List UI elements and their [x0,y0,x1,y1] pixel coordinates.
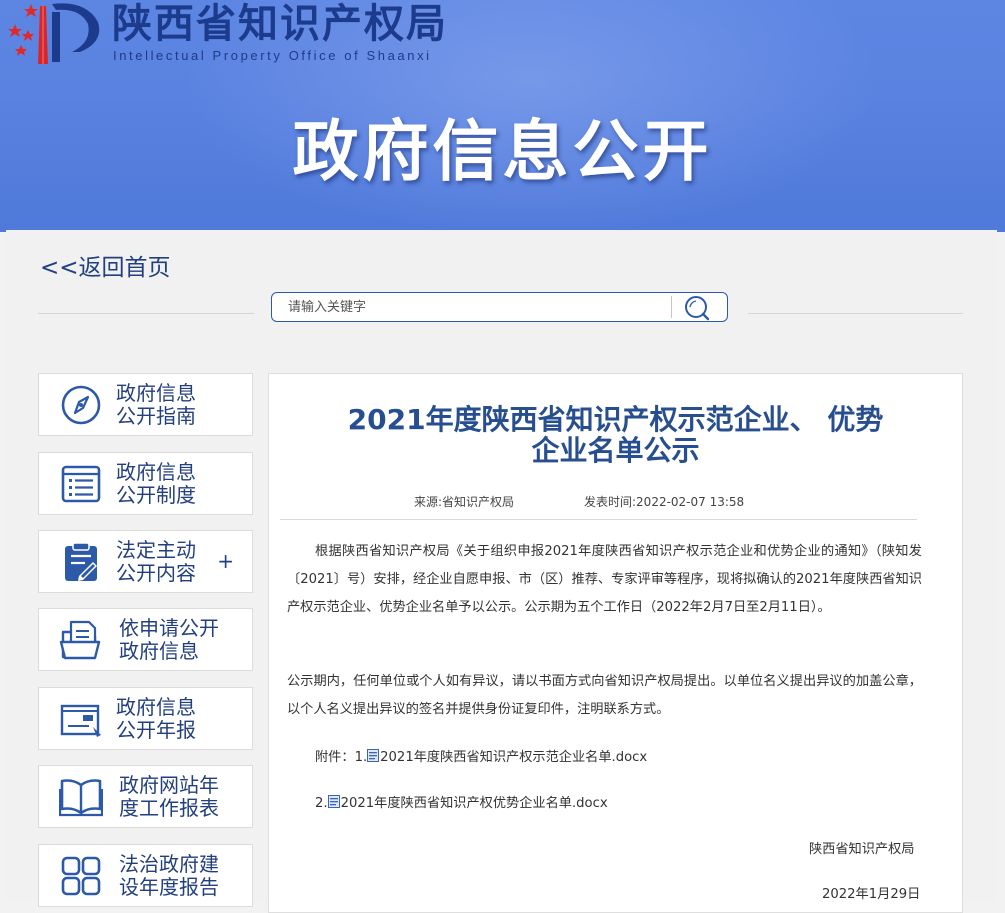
header-banner: 陕西省知识产权局 Intellectual Property Office of… [0,0,1005,232]
clipboard-edit-icon [65,542,97,581]
article-source: 来源:省知识产权局 [414,493,514,510]
attachment-1: 附件：1. 2021年度陕西省知识产权示范企业名单.docx [315,746,647,765]
grid-icon [61,856,101,896]
sidebar-item-rule-of-law-report[interactable]: 法治政府建 设年度报告 [38,844,253,907]
source-label: 来源: [414,495,443,509]
published-label: 发表时间: [584,495,637,509]
sidebar-item-label: 政府网站年 度工作报表 [119,773,219,820]
attachment-index: 2. [315,796,328,811]
source-value: 省知识产权局 [442,495,515,509]
sidebar-item-label: 政府信息 公开年报 [116,695,196,742]
report-window-icon [60,704,101,737]
article-title-line2: 企业名单公示 [531,434,700,467]
sidebar-item-label: 政府信息 公开指南 [116,381,196,428]
article-paragraph-2: 公示期内，任何单位或个人如有异议，请以书面方式向省知识产权局提出。以单位名义提出… [287,674,922,717]
sidebar-item-on-request[interactable]: 依申请公开 政府信息 [38,608,253,671]
article-title: 2021年度陕西省知识产权示范企业、 优势 企业名单公示 [268,404,963,466]
attachment-2: 2. 2021年度陕西省知识产权优势企业名单.docx [315,792,608,811]
banner-title: 政府信息公开 [292,113,713,190]
search-input[interactable] [272,293,670,321]
attachment-link[interactable]: 2021年度陕西省知识产权优势企业名单.docx [341,796,608,811]
search-box [271,292,728,322]
sidebar-item-label: 法治政府建 设年度报告 [119,852,219,899]
sidebar-item-website-report[interactable]: 政府网站年 度工作报表 [38,765,253,828]
article-title-line1: 2021年度陕西省知识产权示范企业、 优势 [347,403,884,436]
org-name-en: Intellectual Property Office of Shaanxi [113,48,432,63]
article-published: 发表时间:2022-02-07 13:58 [584,493,744,510]
article-paragraph-1: 根据陕西省知识产权局《关于组织申报2021年度陕西省知识产权示范企业和优势企业的… [287,544,922,615]
list-icon [61,465,101,503]
sidebar-item-label: 依申请公开 政府信息 [119,616,219,663]
divider-right [748,313,963,314]
back-home-link[interactable]: <<返回首页 [40,248,171,282]
signature-date: 2022年1月29日 [822,887,921,902]
open-book-icon [59,779,103,817]
folder-document-icon [59,620,101,660]
search-icon[interactable] [682,295,712,321]
sidebar-item-label: 政府信息 公开制度 [116,460,196,507]
published-value: 2022-02-07 13:58 [636,495,745,509]
emblem-logo-icon [8,3,100,64]
compass-icon [61,385,101,425]
word-doc-icon [327,795,340,808]
meta-divider [280,519,917,520]
attachment-index: 1. [354,750,368,765]
word-doc-icon [367,749,380,762]
signature-org: 陕西省知识产权局 [809,842,915,857]
sidebar-item-active-disclosure[interactable]: 法定主动 公开内容 + [38,530,253,593]
sidebar-item-guide[interactable]: 政府信息 公开指南 [38,373,253,436]
attachments-label: 附件： [315,750,355,765]
org-name-cn: 陕西省知识产权局 [112,1,448,47]
sidebar-item-system[interactable]: 政府信息 公开制度 [38,452,253,515]
expand-plus-icon[interactable]: + [217,549,234,573]
sidebar-item-annual-report[interactable]: 政府信息 公开年报 [38,687,253,750]
search-divider [671,296,672,318]
divider-left [38,313,254,314]
attachment-link[interactable]: 2021年度陕西省知识产权示范企业名单.docx [380,750,647,765]
